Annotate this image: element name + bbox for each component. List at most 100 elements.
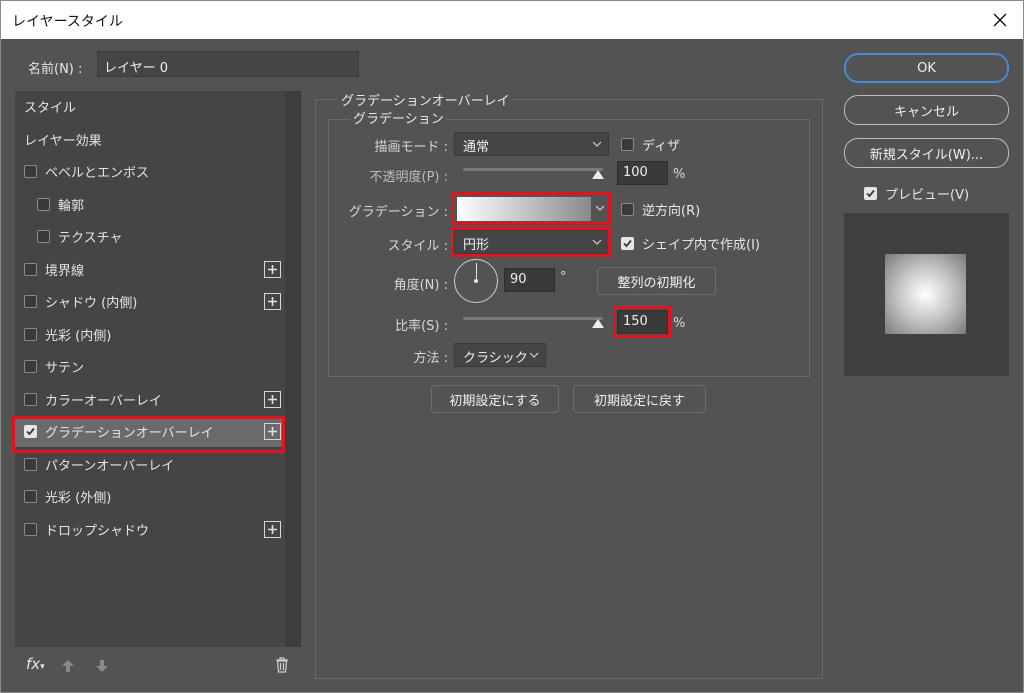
list-item-label: 光彩 (外側) — [45, 491, 112, 506]
reverse-checkbox[interactable]: 逆方向(R) — [621, 200, 700, 219]
add-effect-icon[interactable] — [264, 390, 281, 408]
style-select[interactable]: 円形 — [454, 230, 609, 254]
item-checkbox[interactable] — [24, 360, 37, 373]
group-title: グラデーションオーバーレイ — [338, 90, 513, 109]
cancel-button[interactable]: キャンセル — [844, 95, 1009, 125]
list-item[interactable]: スタイル — [15, 91, 283, 123]
layer-style-dialog: レイヤースタイル 名前(N) : レイヤー 0 スタイルレイヤー効果 ベベルとエン… — [0, 0, 1024, 693]
trash-icon[interactable] — [275, 657, 289, 673]
list-item-label: 境界線 — [45, 263, 85, 279]
angle-unit: ° — [560, 270, 567, 285]
list-item[interactable]: 光彩 (内側) — [15, 319, 283, 351]
gradient-chevron-icon[interactable] — [595, 203, 605, 215]
item-checkbox[interactable] — [37, 230, 50, 243]
checkmark-icon — [26, 427, 35, 436]
title-bar: レイヤースタイル — [1, 1, 1023, 39]
item-checkbox[interactable] — [24, 295, 37, 308]
preview-label: プレビュー(V) — [885, 188, 970, 203]
reset-default-button[interactable]: 初期設定に戻す — [573, 385, 706, 413]
list-item[interactable]: ドロップシャドウ — [15, 514, 283, 546]
close-icon — [993, 13, 1007, 27]
list-item[interactable]: レイヤー効果 — [15, 124, 283, 156]
add-effect-icon[interactable] — [264, 520, 281, 538]
list-item-label: スタイル — [24, 101, 77, 116]
item-checkbox[interactable] — [24, 522, 37, 536]
method-label: 方法 : — [413, 351, 448, 366]
name-label: 名前(N) : — [28, 62, 83, 77]
list-item[interactable]: パターンオーバーレイ — [15, 449, 283, 481]
item-checkbox[interactable] — [24, 457, 37, 471]
ok-button[interactable]: OK — [844, 53, 1009, 83]
dither-check — [621, 138, 634, 151]
close-button[interactable] — [977, 1, 1023, 39]
plus-icon — [268, 524, 277, 534]
fx-button[interactable]: fx▾ — [26, 655, 45, 673]
plus-icon — [268, 264, 277, 274]
list-item[interactable]: 光彩 (外側) — [15, 481, 283, 513]
preview-area — [844, 213, 1009, 376]
preview-check — [864, 187, 877, 200]
item-checkbox[interactable] — [24, 262, 37, 276]
list-item[interactable]: グラデーションオーバーレイ — [15, 416, 283, 448]
angle-label: 角度(N) : — [393, 278, 448, 293]
name-field[interactable]: レイヤー 0 — [97, 51, 359, 77]
checkmark-icon — [623, 239, 632, 248]
list-item-label: テクスチャ — [58, 231, 123, 246]
list-item-label: グラデーションオーバーレイ — [45, 426, 214, 441]
reset-align-button[interactable]: 整列の初期化 — [597, 267, 716, 295]
style-list: スタイル レイヤー効果 ベベルとエンボス 輪郭 テクスチャ 境界線 シャドウ (内側) 光彩 … — [15, 91, 301, 647]
scale-slider-thumb[interactable] — [592, 319, 604, 328]
dither-checkbox[interactable]: ディザ — [621, 135, 680, 154]
gradient-swatch[interactable] — [457, 197, 591, 221]
list-item[interactable]: カラーオーバーレイ — [15, 384, 283, 416]
opacity-slider[interactable] — [463, 168, 603, 171]
list-item[interactable]: サテン — [15, 351, 283, 383]
align-shape-check — [621, 237, 634, 250]
scale-slider[interactable] — [463, 317, 603, 320]
method-value: クラシック — [463, 351, 528, 366]
list-item-label: カラーオーバーレイ — [45, 393, 162, 409]
list-item[interactable]: シャドウ (内側) — [15, 286, 283, 318]
gradient-label: グラデーション : — [348, 205, 448, 220]
add-effect-icon[interactable] — [264, 423, 281, 440]
opacity-slider-thumb[interactable] — [592, 170, 604, 179]
item-checkbox[interactable] — [24, 327, 37, 341]
scale-field[interactable]: 150 — [617, 310, 668, 334]
list-item[interactable]: 輪郭 — [15, 189, 283, 221]
list-item-label: 輪郭 — [58, 198, 85, 214]
dither-label: ディザ — [642, 139, 681, 154]
make-default-button[interactable]: 初期設定にする — [431, 385, 559, 413]
add-effect-icon[interactable] — [264, 260, 281, 278]
move-down-icon[interactable] — [95, 659, 109, 673]
item-checkbox[interactable] — [24, 165, 37, 178]
preview-swatch — [885, 254, 966, 334]
opacity-field[interactable]: 100 — [617, 161, 668, 185]
plus-icon — [268, 297, 277, 306]
angle-dial[interactable] — [454, 259, 498, 303]
dialog-title: レイヤースタイル — [12, 14, 123, 30]
preview-checkbox[interactable]: プレビュー(V) — [864, 184, 969, 203]
move-up-icon[interactable] — [61, 659, 75, 673]
style-list-toolbar: fx▾ — [15, 649, 301, 685]
chevron-down-icon — [592, 239, 602, 245]
gradient-picker[interactable] — [454, 194, 609, 224]
list-item[interactable]: ベベルとエンボス — [15, 156, 283, 188]
align-shape-checkbox[interactable]: シェイプ内で作成(I) — [621, 234, 760, 253]
list-item-label: ドロップシャドウ — [45, 523, 150, 539]
new-style-button[interactable]: 新規スタイル(W)... — [844, 138, 1009, 168]
add-effect-icon[interactable] — [264, 293, 281, 310]
subgroup-title: グラデーション — [350, 108, 447, 127]
blend-mode-label: 描画モード : — [374, 140, 448, 155]
item-checkbox[interactable] — [24, 490, 37, 503]
item-checkbox[interactable] — [24, 425, 37, 438]
list-item[interactable]: 境界線 — [15, 254, 283, 286]
blend-mode-select[interactable]: 通常 — [454, 132, 609, 156]
blend-mode-value: 通常 — [463, 140, 490, 155]
opacity-unit: % — [673, 167, 686, 182]
method-select[interactable]: クラシック — [454, 343, 546, 367]
item-checkbox[interactable] — [37, 197, 50, 211]
angle-field[interactable]: 90 — [504, 268, 555, 292]
item-checkbox[interactable] — [24, 392, 37, 406]
list-item[interactable]: テクスチャ — [15, 221, 283, 253]
scale-label: 比率(S) : — [395, 319, 448, 334]
